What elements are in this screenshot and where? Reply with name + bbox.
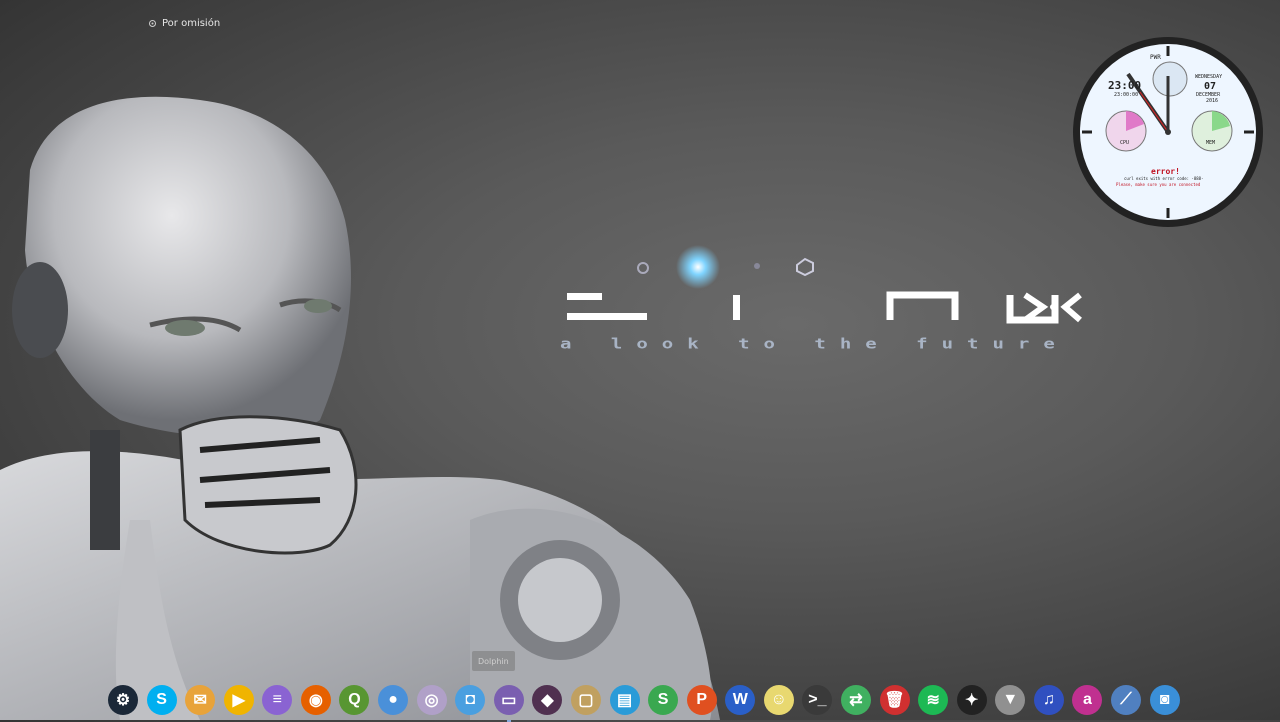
music-icon: ♫	[1042, 691, 1055, 708]
clock-weekday: WEDNESDAY	[1195, 74, 1223, 80]
presentation-icon: P	[696, 691, 707, 708]
dock-item-mail[interactable]: ✉	[185, 685, 216, 715]
spreadsheet-icon: S	[657, 691, 669, 708]
dock-item-audacity[interactable]: a	[1072, 685, 1103, 715]
dock-item-settings[interactable]: ⇄	[840, 685, 871, 715]
dock-item-writer[interactable]: W	[725, 685, 756, 715]
screenshot-icon: ◘	[465, 691, 476, 708]
chromium-icon: ●	[388, 691, 398, 708]
dock-item-dragon[interactable]: ⟋	[1111, 685, 1142, 715]
dock-item-camera[interactable]: ◙	[1149, 685, 1180, 715]
dock-item-presentation[interactable]: P	[686, 685, 717, 715]
clock-face	[1073, 37, 1263, 227]
clock-time: 23:00	[1108, 79, 1142, 92]
linux-logo	[567, 245, 1082, 324]
weather-error-hint: Please, make sure you are connected	[1116, 182, 1201, 187]
clock-widget[interactable]: PWR 23:00 23:00:00 WEDNESDAY 07 DECEMBER…	[1070, 34, 1266, 230]
mail-icon: ✉	[193, 692, 207, 709]
dock-item-game[interactable]: ◆	[532, 685, 563, 715]
firefox-icon: ◉	[308, 692, 323, 709]
clock-year: 2016	[1206, 98, 1219, 104]
dock-tooltip: Dolphin	[472, 651, 515, 671]
monitor-icon: ▤	[616, 692, 633, 709]
dock-item-qgis[interactable]: Q	[339, 685, 370, 715]
logo-tagline: a look to the future	[560, 335, 1069, 353]
dock-item-spreadsheet[interactable]: S	[648, 685, 679, 715]
ghost-icon: ☺	[770, 691, 787, 708]
mem-gauge-label: MEM	[1206, 140, 1216, 146]
skype-icon: S	[156, 691, 167, 708]
audacity-icon: a	[1083, 691, 1092, 708]
dock-item-ghost[interactable]: ☺	[763, 685, 794, 715]
trash-icon: 🗑	[884, 692, 905, 709]
clock-day: 07	[1204, 81, 1217, 92]
dock-item-screenshot[interactable]: ◘	[455, 685, 486, 715]
weather-error-title: error!	[1151, 167, 1180, 176]
game-icon: ◆	[541, 692, 554, 709]
dock-item-inkscape[interactable]: ✦	[956, 685, 987, 715]
dock-item-gallery[interactable]: ▢	[570, 685, 601, 715]
clock-seconds: 23:00:00	[1114, 92, 1139, 98]
qgis-icon: Q	[348, 691, 361, 708]
cheese-icon: ◎	[424, 692, 439, 709]
dock-item-wolf[interactable]: ▼	[995, 685, 1026, 715]
dock-item-music[interactable]: ♫	[1033, 685, 1064, 715]
dragon-icon: ⟋	[1120, 691, 1132, 708]
media-player-icon: ▶	[232, 692, 245, 709]
dock-item-spotify[interactable]: ≋	[918, 685, 949, 715]
gallery-icon: ▢	[578, 692, 594, 709]
wallpaper-robot-image	[0, 96, 720, 720]
inkscape-icon: ✦	[965, 692, 979, 709]
dolphin-icon: ▭	[501, 692, 517, 709]
dock-item-firefox[interactable]: ◉	[300, 685, 331, 715]
dock-item-monitor[interactable]: ▤	[609, 685, 640, 715]
text-editor-icon: ≡	[272, 691, 282, 708]
dock-item-text-editor[interactable]: ≡	[262, 685, 293, 715]
dock-item-steam[interactable]: ⚙	[108, 685, 138, 715]
dock-item-skype[interactable]: S	[146, 685, 177, 715]
spotify-icon: ≋	[926, 692, 940, 709]
camera-icon: ◙	[1159, 691, 1170, 708]
dock-item-media-player[interactable]: ▶	[223, 685, 254, 715]
dock-item-cheese[interactable]: ◎	[416, 685, 447, 715]
writer-icon: W	[732, 691, 748, 708]
cpu-gauge-label: CPU	[1120, 140, 1130, 146]
dock-item-terminal[interactable]: >_	[802, 685, 833, 715]
dock-item-trash[interactable]: 🗑	[879, 685, 910, 715]
dock-item-chromium[interactable]: ●	[378, 685, 409, 715]
settings-icon: ⇄	[849, 692, 863, 709]
steam-icon: ⚙	[115, 692, 131, 709]
clock-pwr-label: PWR	[1150, 54, 1161, 61]
dock-item-dolphin[interactable]: ▭	[493, 685, 524, 722]
wolf-icon: ▼	[1002, 691, 1019, 708]
weather-error-code: curl exits with error code: -888-	[1124, 176, 1204, 181]
dock-bar: ⚙ S ✉ ▶ ≡ ◉ Q ● ◎ ◘ ▭ ◆ ▢ ▤ S P W ☺ >_ ⇄ 🗑 ≋ ✦ ▼ ♫ a ⟋ ◙	[108, 680, 1180, 722]
terminal-icon: >_	[808, 691, 827, 708]
